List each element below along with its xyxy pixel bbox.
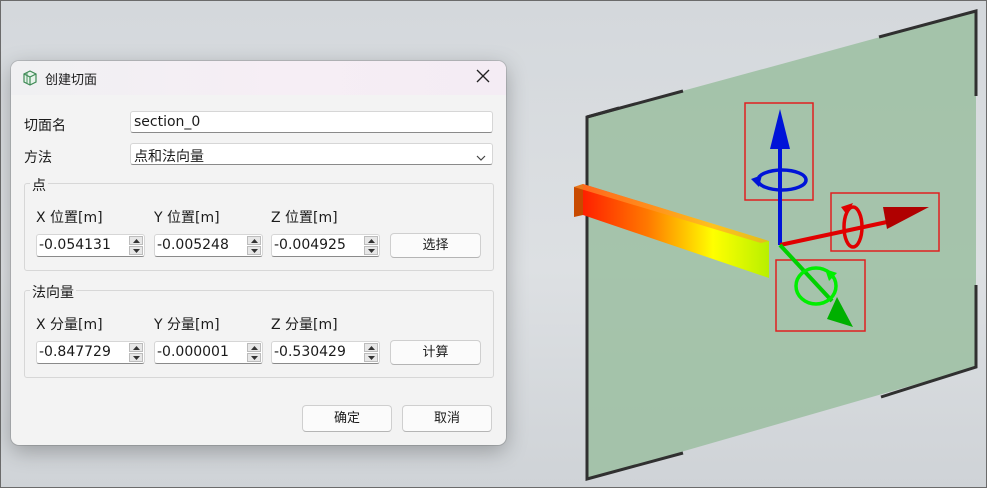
normal-z-label: Z 分量[m] — [271, 317, 338, 333]
section-name-input[interactable]: section_0 — [130, 111, 493, 133]
compute-normal-button[interactable]: 计算 — [390, 340, 481, 365]
dialog-titlebar[interactable]: 创建切面 — [11, 61, 506, 95]
spin-down-button[interactable] — [129, 246, 143, 255]
normal-z-value: -0.530429 — [274, 344, 346, 360]
close-icon — [476, 69, 490, 87]
normal-x-spinbox[interactable]: -0.847729 — [36, 341, 145, 364]
point-x-spinbox[interactable]: -0.054131 — [36, 234, 145, 257]
spin-up-button[interactable] — [247, 343, 261, 352]
arrow-down-icon — [132, 355, 140, 360]
normal-x-label: X 分量[m] — [36, 317, 103, 333]
point-y-value: -0.005248 — [157, 237, 229, 253]
arrow-down-icon — [250, 355, 258, 360]
normal-y-value: -0.000001 — [157, 344, 229, 360]
close-button[interactable] — [460, 61, 506, 95]
point-z-label: Z 位置[m] — [271, 210, 338, 226]
spin-up-button[interactable] — [364, 236, 378, 245]
arrow-down-icon — [367, 248, 375, 253]
section-name-label: 切面名 — [24, 118, 66, 134]
normal-x-value: -0.847729 — [39, 344, 111, 360]
create-section-dialog: 创建切面 切面名 section_0 方法 点和法向量 点 X 位置[m] Y … — [11, 61, 506, 445]
select-point-button[interactable]: 选择 — [390, 233, 481, 258]
point-x-value: -0.054131 — [39, 237, 111, 253]
arrow-up-icon — [132, 345, 140, 350]
point-z-value: -0.004925 — [274, 237, 346, 253]
arrow-up-icon — [250, 238, 258, 243]
section-cube-icon — [22, 70, 38, 86]
spin-down-button[interactable] — [247, 246, 261, 255]
point-y-label: Y 位置[m] — [154, 210, 220, 226]
arrow-down-icon — [132, 248, 140, 253]
method-label: 方法 — [24, 150, 52, 166]
point-group-title: 点 — [30, 175, 48, 195]
normal-y-label: Y 分量[m] — [154, 317, 220, 333]
point-z-spinbox[interactable]: -0.004925 — [271, 234, 380, 257]
spin-down-button[interactable] — [364, 246, 378, 255]
arrow-up-icon — [250, 345, 258, 350]
spin-up-button[interactable] — [364, 343, 378, 352]
spin-up-button[interactable] — [129, 343, 143, 352]
chevron-down-icon — [476, 150, 486, 164]
normal-z-spinbox[interactable]: -0.530429 — [271, 341, 380, 364]
spin-down-button[interactable] — [129, 353, 143, 362]
cancel-button[interactable]: 取消 — [402, 405, 492, 432]
spin-down-button[interactable] — [364, 353, 378, 362]
normal-y-spinbox[interactable]: -0.000001 — [154, 341, 263, 364]
arrow-down-icon — [367, 355, 375, 360]
arrow-up-icon — [367, 238, 375, 243]
dialog-title: 创建切面 — [45, 73, 98, 88]
arrow-up-icon — [367, 345, 375, 350]
point-y-spinbox[interactable]: -0.005248 — [154, 234, 263, 257]
normal-group-title: 法向量 — [30, 282, 76, 302]
spin-up-button[interactable] — [247, 236, 261, 245]
arrow-down-icon — [250, 248, 258, 253]
arrow-up-icon — [132, 238, 140, 243]
ok-button[interactable]: 确定 — [302, 405, 392, 432]
point-x-label: X 位置[m] — [36, 210, 103, 226]
method-select-value: 点和法向量 — [134, 149, 204, 165]
method-select[interactable]: 点和法向量 — [130, 143, 493, 165]
spin-up-button[interactable] — [129, 236, 143, 245]
spin-down-button[interactable] — [247, 353, 261, 362]
